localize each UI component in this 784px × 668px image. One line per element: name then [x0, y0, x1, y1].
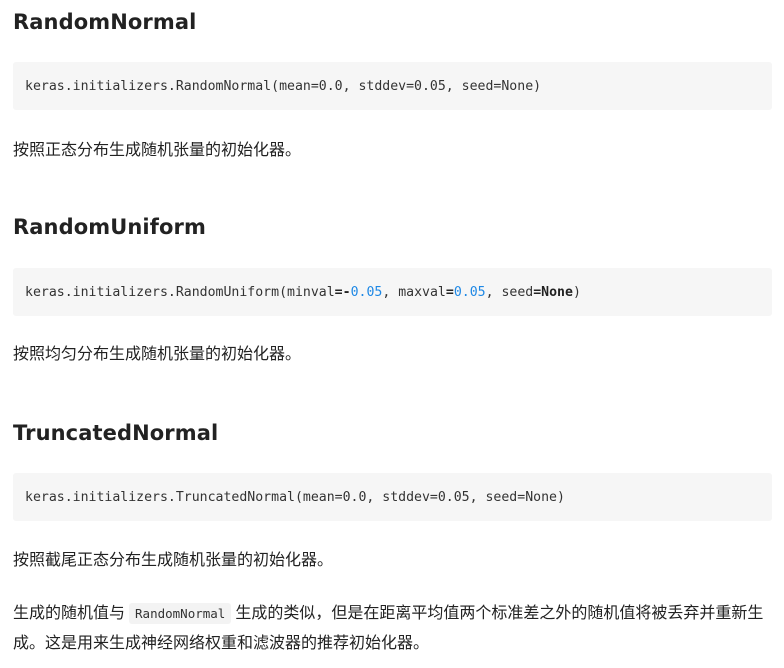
code-close-paren: ) [572, 284, 581, 300]
code-equals-operator: = [334, 284, 343, 300]
code-block-randomuniform: keras.initializers.RandomUniform(minval =… [13, 268, 772, 316]
section-title-truncatednormal: TruncatedNormal [13, 421, 219, 445]
code-number-maxval: 0.05 [453, 284, 486, 300]
code-seed-label: , seed [485, 284, 534, 300]
description-truncatednormal: 按照截尾正态分布生成随机张量的初始化器。 [13, 550, 334, 569]
code-text-randomnormal: keras.initializers.RandomNormal(mean=0.0… [25, 78, 542, 94]
document-page: RandomNormal keras.initializers.RandomNo… [0, 0, 784, 668]
note-text-before: 生成的随机值与 [13, 603, 126, 622]
description-randomnormal: 按照正态分布生成随机张量的初始化器。 [13, 140, 302, 159]
code-number-minval: 0.05 [350, 284, 383, 300]
inline-code-randomnormal: RandomNormal [129, 603, 232, 624]
code-prefix: keras.initializers.RandomUniform(minval [25, 284, 335, 300]
section-title-randomnormal: RandomNormal [13, 10, 197, 34]
code-text-truncatednormal: keras.initializers.TruncatedNormal(mean=… [25, 489, 565, 505]
code-negative-sign: - [342, 284, 351, 300]
section-title-randomuniform: RandomUniform [13, 215, 206, 239]
code-maxval-label: , maxval [382, 284, 446, 300]
code-block-truncatednormal: keras.initializers.TruncatedNormal(mean=… [13, 473, 772, 521]
code-equals-operator: = [533, 284, 542, 300]
description-randomuniform: 按照均匀分布生成随机张量的初始化器。 [13, 344, 302, 363]
note-paragraph: 生成的随机值与 RandomNormal 生成的类似，但是在距离平均值两个标准差之外… [13, 598, 773, 657]
code-equals-operator: = [445, 284, 454, 300]
code-block-randomnormal: keras.initializers.RandomNormal(mean=0.0… [13, 62, 772, 110]
code-keyword-none: None [541, 284, 573, 300]
note-text-after: 生成的类似，但是在距离平均值两个标准差之外的随机值将被丢弃并重新生成。这是用来生… [13, 603, 764, 652]
